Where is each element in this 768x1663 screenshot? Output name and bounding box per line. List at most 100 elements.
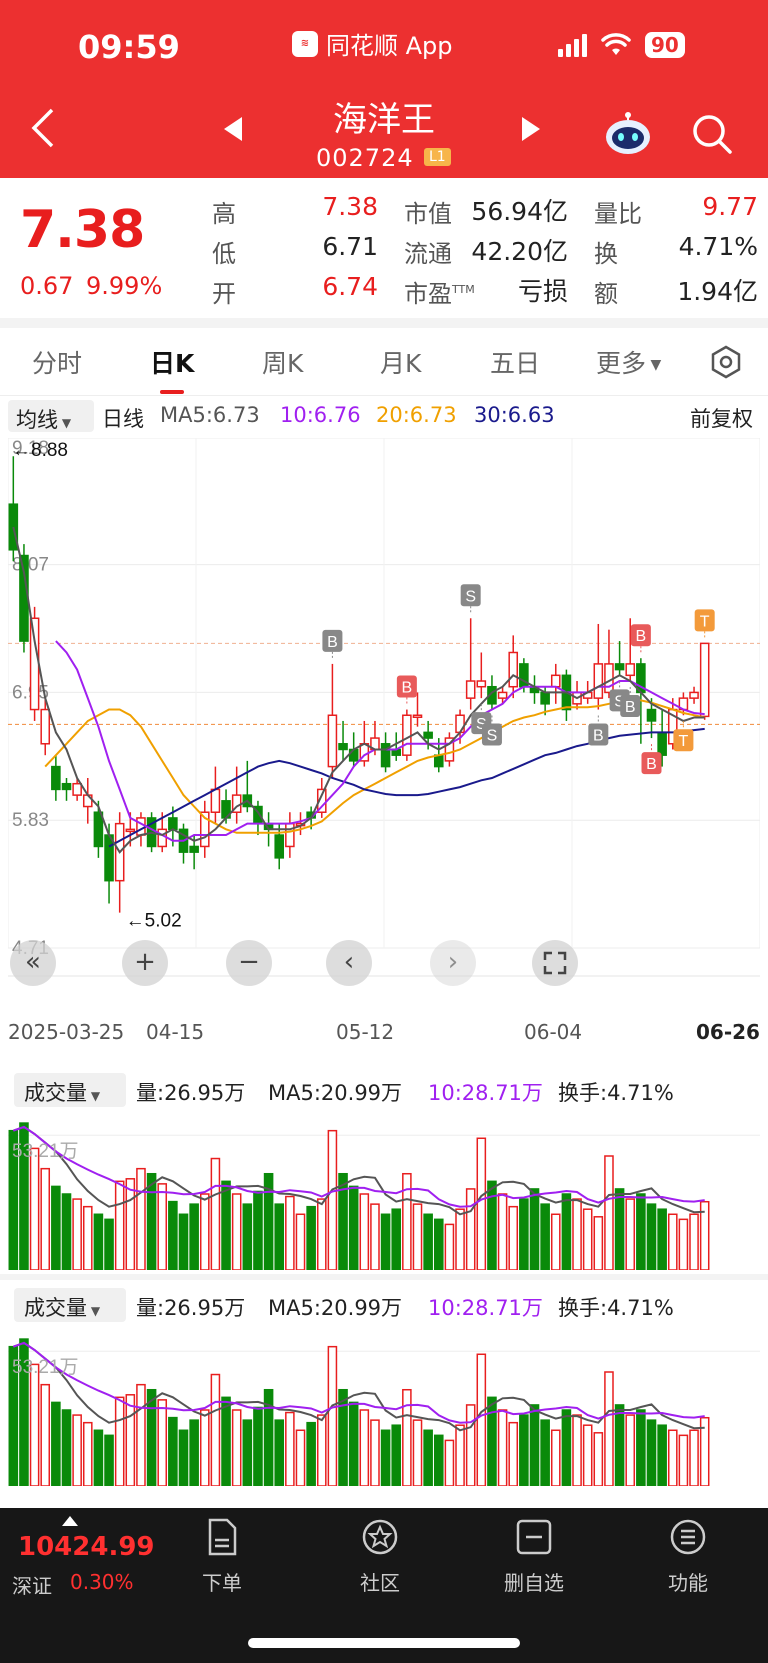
volume-bar	[476, 1353, 487, 1486]
chart-settings-button[interactable]	[708, 344, 744, 384]
volume-select-label: 成交量	[24, 1081, 87, 1105]
scroll-left-button[interactable]: ‹	[326, 940, 372, 986]
quote-label-low: 低	[212, 240, 236, 268]
nav-order[interactable]: 下单	[172, 1518, 272, 1596]
trade-marker-label: B	[402, 680, 413, 697]
zoom-in-button[interactable]: +	[122, 940, 168, 986]
zoom-out-button[interactable]: −	[226, 940, 272, 986]
volume-bar	[476, 1137, 487, 1270]
index-value[interactable]: 10424.99	[18, 1532, 155, 1562]
search-icon	[693, 115, 732, 154]
volume-bar	[497, 1193, 508, 1270]
volume-ma10: 10:28.71万	[428, 1296, 543, 1320]
volume-bar	[189, 1419, 199, 1486]
volume-bar	[646, 1203, 657, 1270]
candle	[61, 782, 72, 791]
nav-community[interactable]: 社区	[330, 1518, 430, 1596]
up-arrow-icon	[62, 1516, 78, 1526]
search-button[interactable]	[690, 112, 734, 156]
volume-bar	[455, 1424, 465, 1486]
volume-bar	[82, 1205, 93, 1270]
nav-functions-label: 功能	[668, 1571, 708, 1595]
ai-assistant-button[interactable]	[604, 112, 652, 156]
top-header: 09:59 ≋ 同花顺 App 90 海洋王 002724 L1	[0, 0, 768, 178]
indicator-select[interactable]: 均线 ▼	[8, 400, 94, 432]
volume-indicator-select[interactable]: 成交量 ▼	[14, 1288, 126, 1322]
signal-icon	[558, 33, 587, 57]
adjust-mode-button[interactable]: 前复权	[690, 403, 753, 433]
nav-functions[interactable]: 功能	[638, 1518, 738, 1596]
trade-marker-label: B	[646, 756, 657, 773]
robot-icon	[606, 112, 650, 154]
quote-value-mktcap: 56.94亿	[471, 197, 568, 226]
nav-remove-watchlist[interactable]: 删自选	[484, 1518, 584, 1596]
volume-bar	[168, 1200, 178, 1270]
triangle-right-icon	[522, 117, 540, 141]
volume-bar	[29, 1147, 40, 1270]
date-tick: 05-12	[336, 1020, 395, 1044]
trade-marker-label: B	[327, 634, 338, 651]
volume-bar	[455, 1208, 465, 1270]
candle	[689, 691, 699, 699]
tab-five-day[interactable]: 五日	[490, 344, 540, 380]
tab-weekly-k[interactable]: 周K	[262, 344, 303, 380]
volume-bar	[380, 1213, 391, 1270]
volume-ma10: 10:28.71万	[428, 1081, 543, 1105]
period-tabs: 分时 日K 周K 月K 五日 更多 ▼	[0, 330, 768, 396]
volume-bar	[508, 1205, 519, 1270]
tab-monthly-k[interactable]: 月K	[380, 344, 421, 380]
volume-chart-2[interactable]: 53.21万	[8, 1326, 760, 1486]
volume-bar	[359, 1409, 370, 1486]
chevron-left-icon: ‹	[343, 947, 355, 977]
volume-bar	[189, 1203, 199, 1270]
volume-bar	[433, 1218, 444, 1270]
volume-bar	[125, 1394, 136, 1486]
zoom-collapse-button[interactable]: «	[10, 940, 56, 986]
volume-bar	[231, 1193, 242, 1270]
volume-bar	[550, 1429, 561, 1486]
volume-bar	[348, 1185, 359, 1270]
double-chevron-left-icon: «	[25, 947, 41, 977]
volume-bar	[136, 1383, 146, 1486]
kline-chart[interactable]: 9.188.076.955.834.71BBSSSBSBBBTT←8.88←5.…	[8, 438, 760, 1008]
volume-bar	[572, 1198, 582, 1270]
candle	[593, 663, 604, 699]
volume-indicator-select[interactable]: 成交量 ▼	[14, 1073, 126, 1107]
volume-bar	[72, 1414, 82, 1486]
high-price-label: ←8.88	[12, 440, 68, 461]
volume-bar	[104, 1434, 114, 1486]
candle	[614, 663, 625, 671]
ma5-value: MA5:6.73	[160, 403, 260, 427]
candle	[699, 642, 710, 718]
volume-value: 量:26.95万	[136, 1081, 246, 1105]
volume-bar	[487, 1396, 497, 1486]
date-tick: 06-26	[696, 1020, 760, 1044]
candle	[455, 714, 465, 734]
volume-bar	[199, 1193, 210, 1270]
app-icon: ≋	[292, 30, 318, 57]
tab-daily-k[interactable]: 日K	[150, 344, 194, 380]
volume-bar	[646, 1419, 657, 1486]
home-indicator	[248, 1638, 520, 1648]
volume-bar	[242, 1203, 253, 1270]
low-price-label: ←5.02	[126, 911, 182, 932]
status-app-indicator[interactable]: ≋ 同花顺 App	[292, 26, 453, 61]
volume-bar	[444, 1223, 455, 1270]
candle	[657, 731, 667, 756]
fullscreen-button[interactable]	[532, 940, 578, 986]
volume-chart-1[interactable]: 53.21万	[8, 1110, 760, 1270]
volume-bar	[157, 1183, 168, 1270]
volume-bar	[125, 1178, 136, 1270]
volume-bar	[316, 1414, 327, 1486]
status-time: 09:59	[78, 28, 180, 66]
next-stock-button[interactable]	[520, 116, 542, 149]
tab-more[interactable]: 更多 ▼	[596, 344, 661, 380]
scroll-right-button[interactable]: ›	[430, 940, 476, 986]
tab-intraday[interactable]: 分时	[32, 344, 82, 380]
candle	[125, 828, 136, 833]
volume-bar	[678, 1434, 689, 1486]
turnover-rate: 换手:4.71%	[558, 1081, 674, 1105]
volume-bar	[210, 1373, 221, 1486]
plus-icon: +	[134, 947, 156, 977]
trade-marker-label: S	[487, 728, 498, 745]
